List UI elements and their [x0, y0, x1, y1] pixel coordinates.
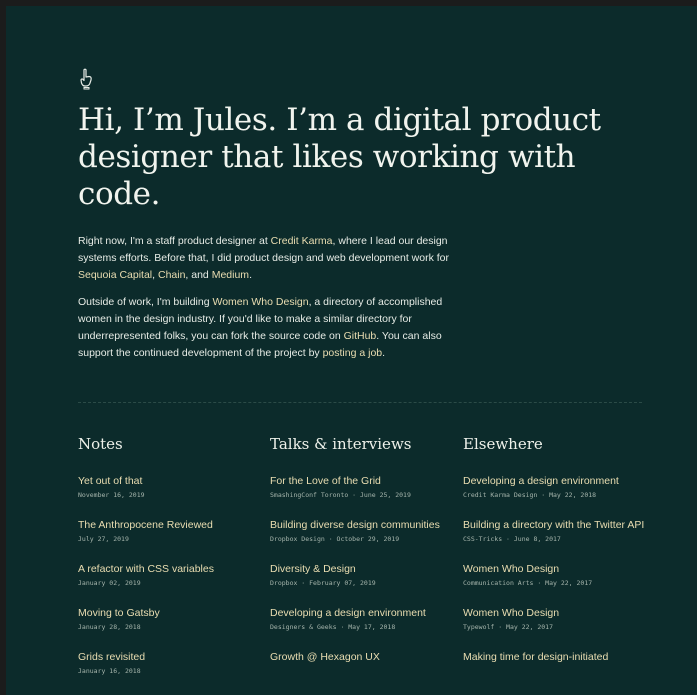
- item-date: July 27, 2019: [78, 535, 129, 543]
- github-link[interactable]: GitHub: [344, 330, 377, 342]
- note-link[interactable]: The Anthropocene Reviewed: [78, 517, 263, 533]
- talks-column: Talks & interviews For the Love of the G…: [270, 434, 455, 682]
- note-link[interactable]: Moving to Gatsby: [78, 605, 263, 621]
- list-item[interactable]: For the Love of the Grid SmashingConf To…: [270, 473, 455, 500]
- list-item[interactable]: Diversity & Design Dropbox · February 07…: [270, 561, 455, 588]
- notes-column: Notes Yet out of that November 16, 2019 …: [78, 434, 263, 693]
- chain-link[interactable]: Chain: [158, 269, 185, 281]
- medium-link[interactable]: Medium: [212, 269, 249, 281]
- section-divider: [78, 402, 642, 403]
- talk-link[interactable]: Building diverse design communities: [270, 517, 455, 533]
- list-item[interactable]: Developing a design environment Credit K…: [463, 473, 648, 500]
- elsewhere-column: Elsewhere Developing a design environmen…: [463, 434, 648, 682]
- item-meta: Communication Arts · May 22, 2017: [463, 579, 593, 587]
- women-who-design-link[interactable]: Women Who Design: [212, 296, 308, 308]
- item-meta: Dropbox · February 07, 2019: [270, 579, 376, 587]
- article-link[interactable]: Building a directory with the Twitter AP…: [463, 517, 648, 533]
- sequoia-capital-link[interactable]: Sequoia Capital: [78, 269, 152, 281]
- intro-text: .: [382, 347, 386, 359]
- notes-heading: Notes: [78, 435, 123, 453]
- talks-heading: Talks & interviews: [270, 435, 412, 453]
- pointing-hand-icon[interactable]: [78, 68, 94, 90]
- item-meta: SmashingConf Toronto · June 25, 2019: [270, 491, 411, 499]
- intro-text: Outside of work, I'm building: [78, 296, 213, 308]
- list-item[interactable]: Building a directory with the Twitter AP…: [463, 517, 648, 544]
- intro-paragraph-work: Right now, I'm a staff product designer …: [78, 233, 453, 284]
- talk-link[interactable]: Diversity & Design: [270, 561, 455, 577]
- list-item[interactable]: The Anthropocene Reviewed July 27, 2019: [78, 517, 263, 544]
- list-item[interactable]: Developing a design environment Designer…: [270, 605, 455, 632]
- note-link[interactable]: Yet out of that: [78, 473, 263, 489]
- list-item[interactable]: Growth @ Hexagon UX: [270, 649, 455, 665]
- talk-link[interactable]: For the Love of the Grid: [270, 473, 455, 489]
- article-link[interactable]: Women Who Design: [463, 561, 648, 577]
- article-link[interactable]: Developing a design environment: [463, 473, 648, 489]
- item-date: January 16, 2018: [78, 667, 141, 675]
- item-meta: Typewolf · May 22, 2017: [463, 623, 554, 631]
- item-meta: CSS-Tricks · June 8, 2017: [463, 535, 561, 543]
- page: Hi, I’m Jules. I’m a digital product des…: [6, 6, 697, 695]
- article-link[interactable]: Women Who Design: [463, 605, 648, 621]
- intro-text: .: [249, 269, 252, 281]
- list-item[interactable]: Women Who Design Communication Arts · Ma…: [463, 561, 648, 588]
- credit-karma-link[interactable]: Credit Karma: [271, 235, 333, 247]
- item-meta: Designers & Geeks · May 17, 2018: [270, 623, 396, 631]
- item-meta: Dropbox Design · October 29, 2019: [270, 535, 400, 543]
- list-item[interactable]: Making time for design-initiated: [463, 649, 648, 665]
- item-date: November 16, 2019: [78, 491, 145, 499]
- item-meta: Credit Karma Design · May 22, 2018: [463, 491, 597, 499]
- intro-text: , and: [185, 269, 212, 281]
- intro-text: Right now, I'm a staff product designer …: [78, 235, 271, 247]
- posting-a-job-link[interactable]: posting a job: [323, 347, 383, 359]
- list-item[interactable]: Grids revisited January 16, 2018: [78, 649, 263, 676]
- talk-link[interactable]: Developing a design environment: [270, 605, 455, 621]
- intro-paragraph-side-project: Outside of work, I'm building Women Who …: [78, 294, 453, 362]
- page-title: Hi, I’m Jules. I’m a digital product des…: [78, 102, 601, 212]
- note-link[interactable]: Grids revisited: [78, 649, 263, 665]
- list-item[interactable]: Yet out of that November 16, 2019: [78, 473, 263, 500]
- article-link[interactable]: Making time for design-initiated: [463, 649, 648, 665]
- list-item[interactable]: Building diverse design communities Drop…: [270, 517, 455, 544]
- item-date: January 02, 2019: [78, 579, 141, 587]
- list-item[interactable]: Women Who Design Typewolf · May 22, 2017: [463, 605, 648, 632]
- list-item[interactable]: A refactor with CSS variables January 02…: [78, 561, 263, 588]
- item-date: January 28, 2018: [78, 623, 141, 631]
- note-link[interactable]: A refactor with CSS variables: [78, 561, 263, 577]
- list-item[interactable]: Moving to Gatsby January 28, 2018: [78, 605, 263, 632]
- talk-link[interactable]: Growth @ Hexagon UX: [270, 649, 455, 665]
- elsewhere-heading: Elsewhere: [463, 435, 543, 453]
